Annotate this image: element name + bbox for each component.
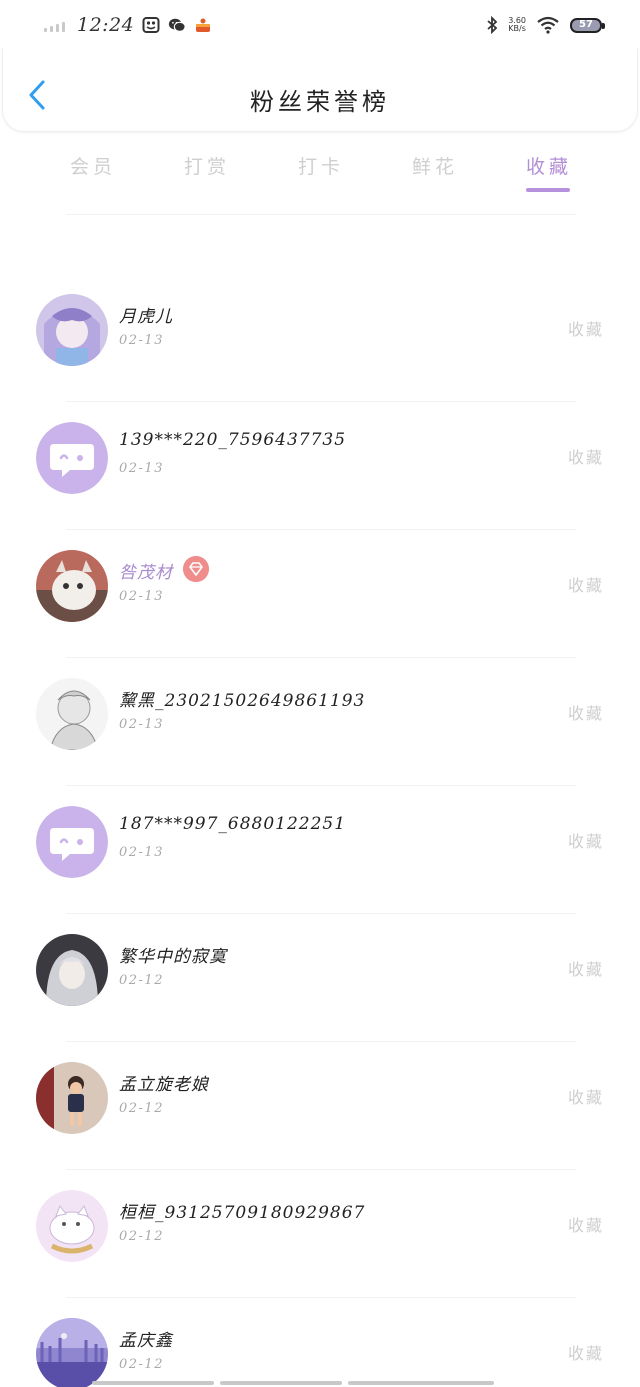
fan-date: 02-13 [119,589,164,604]
list-item[interactable]: 桓桓_93125709180929867 02-12 收藏 [0,1166,640,1294]
list-item[interactable]: 月虎儿 02-13 收藏 [0,270,640,398]
clock: 12:24 [77,14,135,36]
tab-bar: 会员 打赏 打卡 鲜花 收藏 [0,148,640,194]
fan-date: 02-13 [119,845,164,860]
network-speed: 3.60 KB/s [508,16,526,33]
fan-date: 02-13 [119,333,164,348]
battery-icon: 57 [570,17,605,33]
default-chat-avatar-icon[interactable] [36,806,108,878]
fan-name: 黧黑_23021502649861193 [119,691,366,711]
cake-app-icon [196,18,211,32]
list-item[interactable]: 黧黑_23021502649861193 02-13 收藏 [0,654,640,782]
favorite-label: 收藏 [567,320,604,339]
tab-member[interactable]: 会员 [58,152,128,179]
favorite-label: 收藏 [567,576,604,595]
tab-favorites[interactable]: 收藏 [514,152,584,179]
favorite-label: 收藏 [567,448,604,467]
default-chat-avatar-icon[interactable] [36,422,108,494]
favorite-label: 收藏 [567,832,604,851]
list-item[interactable]: 咎茂材 02-13 收藏 [0,526,640,654]
bluetooth-icon [487,16,498,34]
tab-flowers[interactable]: 鲜花 [400,152,470,179]
fan-name: 187***997_6880122251 [119,814,347,834]
bottom-scroll-indicator [92,1381,494,1385]
tab-checkin[interactable]: 打卡 [286,152,356,179]
user-avatar[interactable] [36,934,108,1006]
active-tab-indicator [526,188,570,192]
fan-list: 02-14 月虎儿 02-13 收藏 139***220_7596437735 … [0,195,640,1387]
fan-name: 139***220_7596437735 [119,430,347,450]
fan-name: 月虎儿 [119,307,173,327]
fan-date: 02-12 [119,973,164,988]
signal-icon [44,18,65,32]
list-item[interactable]: 139***220_7596437735 02-13 收藏 [0,398,640,526]
fan-date: 02-12 [119,1229,164,1244]
favorite-label: 收藏 [567,1088,604,1107]
favorite-label: 收藏 [567,1344,604,1363]
fan-date: 02-13 [119,717,164,732]
diamond-icon [183,556,209,582]
header-bar: 粉丝荣誉榜 [2,48,638,132]
fan-name: 孟庆鑫 [119,1331,173,1351]
wifi-icon [537,16,559,34]
user-avatar[interactable] [36,1318,108,1387]
favorite-label: 收藏 [567,1216,604,1235]
user-avatar[interactable] [36,678,108,750]
list-item[interactable]: 187***997_6880122251 02-13 收藏 [0,782,640,910]
status-bar: 12:24 3.60 KB/s 57 [0,0,640,50]
list-item[interactable]: 02-14 [0,195,640,205]
favorite-label: 收藏 [567,960,604,979]
app-notification-icon [142,17,160,33]
favorite-label: 收藏 [567,704,604,723]
user-avatar[interactable] [36,1062,108,1134]
user-avatar[interactable] [36,294,108,366]
fan-name: 咎茂材 [119,563,173,583]
list-item[interactable]: 孟庆鑫 02-12 收藏 [0,1294,640,1387]
fan-date: 02-12 [119,1101,164,1116]
tab-reward[interactable]: 打赏 [172,152,242,179]
user-avatar[interactable] [36,1190,108,1262]
list-item[interactable]: 孟立旋老娘 02-12 收藏 [0,1038,640,1166]
wechat-icon [169,18,186,32]
page-title: 粉丝荣誉榜 [250,88,390,116]
divider [66,214,576,215]
fan-date: 02-13 [119,461,164,476]
user-avatar[interactable] [36,550,108,622]
list-item[interactable]: 繁华中的寂寞 02-12 收藏 [0,910,640,1038]
fan-name: 孟立旋老娘 [119,1075,209,1095]
fan-name: 桓桓_93125709180929867 [119,1203,366,1223]
fan-name: 繁华中的寂寞 [119,947,227,967]
fan-date: 02-12 [119,1357,164,1372]
